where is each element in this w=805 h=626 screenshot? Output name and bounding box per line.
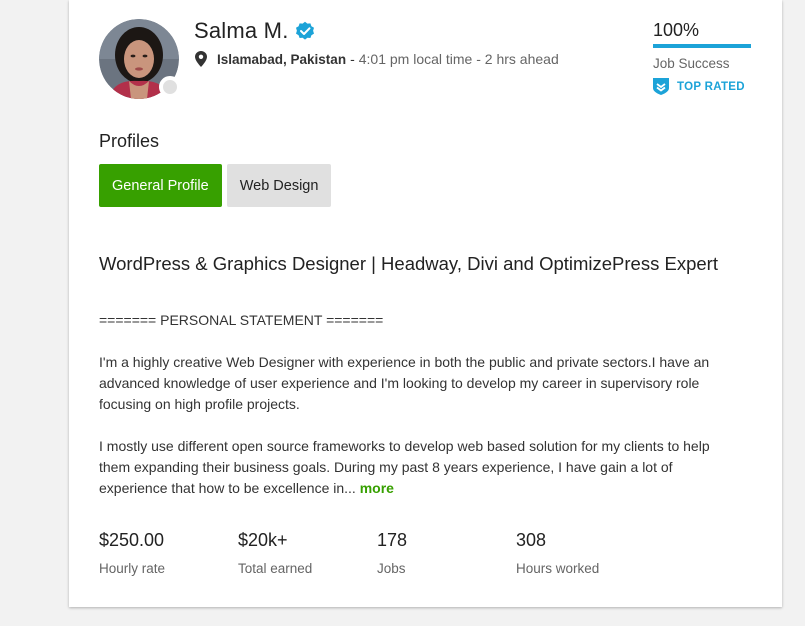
stat-hourly-rate: $250.00 Hourly rate	[99, 530, 165, 576]
top-rated-label: TOP RATED	[677, 80, 745, 93]
stat-label: Hourly rate	[99, 561, 166, 576]
profile-headline: WordPress & Graphics Designer | Headway,…	[99, 253, 718, 274]
job-success-label: Job Success	[653, 56, 730, 71]
more-link[interactable]: more	[360, 480, 394, 496]
stat-value: 178	[377, 530, 408, 550]
name-row: Salma M.	[194, 18, 315, 44]
profiles-title: Profiles	[99, 131, 160, 151]
avatar-container	[99, 19, 181, 99]
map-pin-icon	[195, 51, 207, 67]
stat-label: Hours worked	[516, 561, 600, 576]
profile-description: ======= PERSONAL STATEMENT ======= I'm a…	[99, 310, 729, 499]
description-paragraph-2: I mostly use different open source frame…	[99, 436, 729, 499]
profile-tabs: General Profile Web Design	[99, 164, 332, 207]
job-success-bar	[653, 44, 751, 48]
description-paragraph-2-text: I mostly use different open source frame…	[99, 438, 710, 496]
stat-label: Total earned	[238, 561, 313, 576]
verified-badge-icon	[295, 21, 314, 40]
shield-icon	[653, 78, 669, 95]
stat-value: $250.00	[99, 530, 165, 550]
freelancer-profile-card: Salma M. Islamabad, Pakistan - 4:01 pm l…	[69, 0, 782, 607]
stat-value: $20k+	[238, 530, 288, 550]
freelancer-name: Salma M.	[194, 18, 289, 43]
description-paragraph-1: I'm a highly creative Web Designer with …	[99, 354, 710, 412]
location-city: Islamabad, Pakistan	[217, 51, 347, 67]
job-success-block: 100% Job Success TOP RATED	[653, 20, 753, 95]
tab-general-profile[interactable]: General Profile	[99, 164, 222, 207]
location-separator: -	[350, 51, 355, 67]
stat-jobs: 178 Jobs	[377, 530, 407, 576]
statement-header: ======= PERSONAL STATEMENT =======	[99, 312, 384, 328]
stat-label: Jobs	[377, 561, 406, 576]
location-row: Islamabad, Pakistan - 4:01 pm local time…	[195, 51, 559, 67]
tab-web-design[interactable]: Web Design	[226, 164, 332, 207]
top-rated-badge[interactable]: TOP RATED	[653, 78, 753, 95]
online-status-indicator	[159, 76, 181, 98]
local-time: 4:01 pm local time - 2 hrs ahead	[358, 51, 559, 67]
stat-total-earned: $20k+ Total earned	[238, 530, 312, 576]
job-success-percent: 100%	[653, 20, 700, 40]
stat-hours-worked: 308 Hours worked	[516, 530, 599, 576]
stat-value: 308	[516, 530, 547, 550]
job-success-bar-fill	[653, 44, 751, 48]
